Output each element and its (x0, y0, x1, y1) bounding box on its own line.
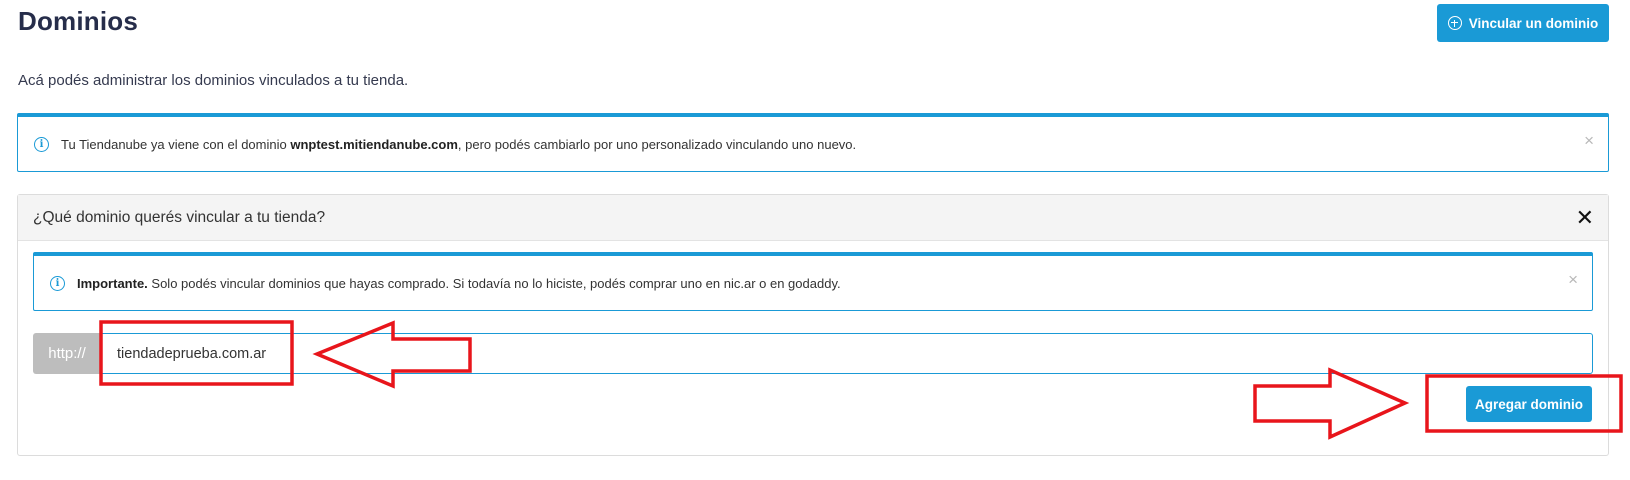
default-domain-alert: i Tu Tiendanube ya viene con el dominio … (17, 113, 1609, 172)
panel-close-icon[interactable]: ✕ (1576, 205, 1594, 231)
page-title: Dominios (18, 6, 139, 36)
alert-text: Tu Tiendanube ya viene con el dominio wn… (61, 136, 857, 152)
domain-input[interactable] (101, 333, 1593, 374)
plus-circle-icon (1447, 16, 1462, 30)
domain-input-group: http:// (33, 333, 1593, 374)
http-prefix: http:// (33, 333, 101, 374)
link-domain-button[interactable]: Vincular un dominio (1437, 4, 1609, 42)
default-domain: wnptest.mitiendanube.com (290, 136, 458, 152)
add-domain-button[interactable]: Agregar dominio (1466, 386, 1592, 422)
panel-heading: ¿Qué dominio querés vincular a tu tienda… (33, 208, 326, 226)
panel-header: ¿Qué dominio querés vincular a tu tienda… (18, 195, 1608, 241)
important-alert-text: Importante. Solo podés vincular dominios… (77, 275, 841, 291)
link-domain-panel: ¿Qué dominio querés vincular a tu tienda… (17, 194, 1609, 456)
page-subtitle: Acá podés administrar los dominios vincu… (18, 72, 409, 89)
info-icon: i (50, 275, 65, 291)
important-label: Importante. (77, 275, 148, 291)
important-alert-close-icon[interactable]: × (1568, 270, 1578, 290)
important-alert: i Importante. Solo podés vincular domini… (33, 252, 1593, 311)
alert-close-icon[interactable]: × (1584, 131, 1594, 151)
info-icon: i (34, 136, 49, 152)
link-domain-button-label: Vincular un dominio (1468, 15, 1599, 31)
